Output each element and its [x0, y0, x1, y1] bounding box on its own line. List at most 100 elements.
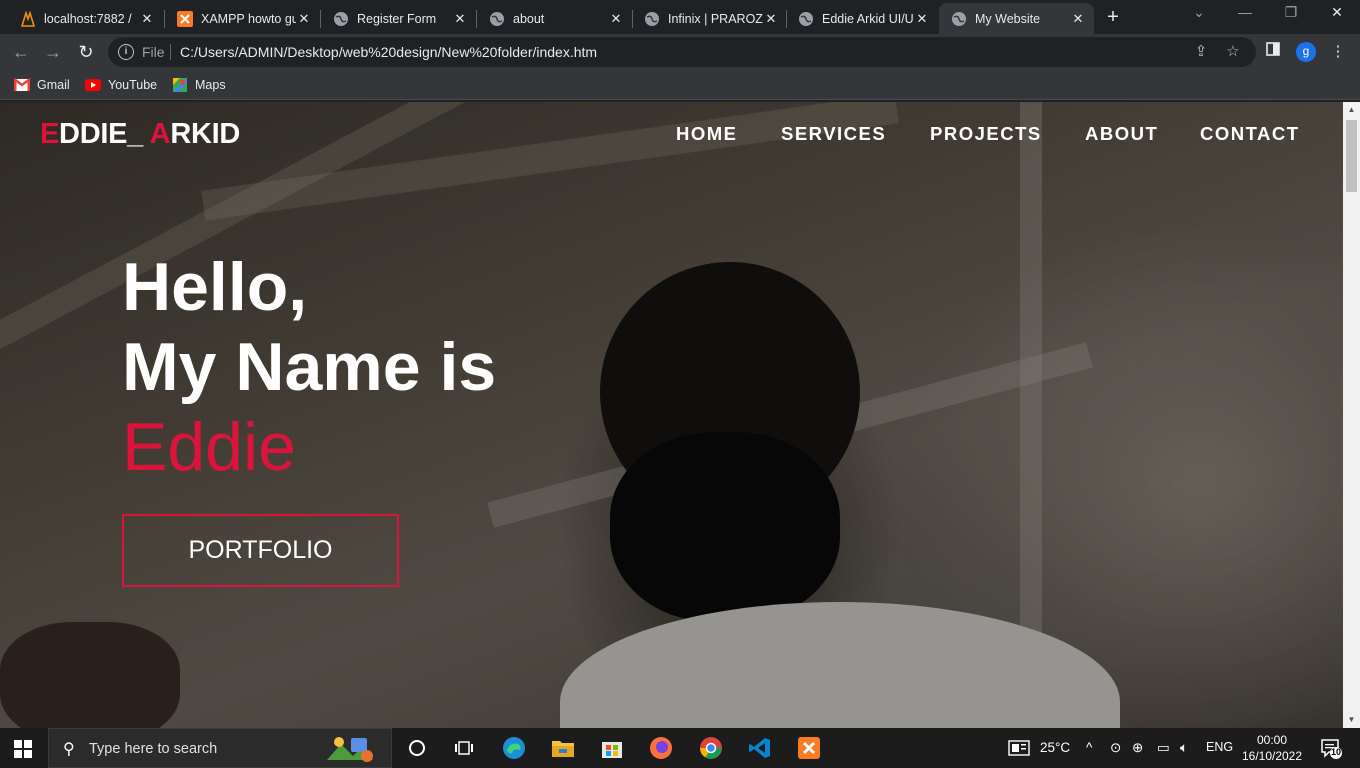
nav-about[interactable]: ABOUT: [1085, 123, 1158, 145]
tab-title: about: [513, 11, 545, 26]
hero-intro: My Name is: [122, 329, 497, 405]
clock-time: 00:00: [1256, 733, 1288, 747]
hero-name: Eddie: [122, 409, 296, 485]
search-highlight-icon: [327, 737, 373, 762]
nav-projects[interactable]: PROJECTS: [930, 123, 1042, 145]
globe-icon: [333, 11, 349, 27]
site-logo[interactable]: EDDIE_ ARKID: [40, 118, 240, 151]
url-text[interactable]: C:/Users/ADMIN/Desktop/web%20design/New%…: [180, 44, 597, 60]
portfolio-button[interactable]: PORTFOLIO: [122, 514, 399, 587]
search-icon: ⚲: [63, 741, 75, 758]
nav-home[interactable]: HOME: [676, 123, 738, 145]
tab-search-chevron-icon[interactable]: ⌄: [1176, 4, 1222, 26]
taskbar-search-box[interactable]: ⚲ Type here to search: [48, 728, 392, 768]
microsoft-store-icon[interactable]: [599, 735, 625, 761]
battery-icon[interactable]: ▭: [1157, 740, 1170, 756]
notification-center-icon[interactable]: 10: [1320, 737, 1342, 759]
xampp-phpmyadmin-icon: [20, 10, 36, 27]
bookmark-star-icon[interactable]: ☆: [1224, 43, 1242, 61]
system-clock[interactable]: 00:00 16/10/2022: [1240, 732, 1304, 764]
tab-title: Eddie Arkid UI/U: [822, 11, 914, 26]
nav-services[interactable]: SERVICES: [781, 123, 886, 145]
bookmark-label: Gmail: [37, 78, 70, 92]
bookmark-youtube[interactable]: YouTube: [85, 76, 157, 94]
info-icon[interactable]: i: [118, 44, 134, 60]
task-view-icon[interactable]: [451, 735, 477, 761]
share-icon[interactable]: ⇪: [1192, 43, 1210, 61]
logo-text-ddie: DDIE_: [59, 118, 150, 150]
bookmark-label: YouTube: [108, 78, 158, 92]
input-language[interactable]: ENG: [1206, 740, 1233, 754]
page-scrollbar[interactable]: ▲ ▼: [1343, 102, 1360, 728]
tab-title: Register Form: [357, 11, 437, 26]
globe-icon: [951, 11, 967, 27]
chrome-icon[interactable]: [698, 735, 724, 761]
hero-greeting: Hello,: [122, 249, 308, 325]
page-viewport: EDDIE_ ARKID HOME SERVICES PROJECTS ABOU…: [0, 102, 1343, 728]
tab-xampp-howto[interactable]: XAMPP howto gu ✕: [165, 3, 320, 34]
meet-now-icon[interactable]: ⊙: [1110, 740, 1121, 756]
close-icon[interactable]: ✕: [763, 11, 779, 27]
tab-my-website[interactable]: My Website ✕: [939, 3, 1094, 34]
firefox-icon[interactable]: [648, 735, 674, 761]
globe-icon: [798, 11, 814, 27]
back-arrow-icon[interactable]: ←: [10, 41, 32, 63]
restore-icon[interactable]: ❐: [1268, 4, 1314, 26]
windows-start-icon[interactable]: [14, 740, 32, 758]
close-icon[interactable]: ✕: [608, 11, 624, 27]
tab-eddie-arkid[interactable]: Eddie Arkid UI/U ✕: [786, 3, 938, 34]
window-close-icon[interactable]: ✕: [1314, 4, 1360, 26]
close-icon[interactable]: ✕: [139, 11, 155, 27]
clock-date: 16/10/2022: [1241, 749, 1303, 763]
nav-contact[interactable]: CONTACT: [1200, 123, 1300, 145]
minimize-icon[interactable]: —: [1222, 4, 1268, 26]
logo-text-rkid: RKID: [170, 118, 240, 150]
file-explorer-icon[interactable]: [550, 735, 576, 761]
tab-title: XAMPP howto gu: [201, 11, 296, 26]
close-icon[interactable]: ✕: [452, 11, 468, 27]
globe-icon: [489, 11, 505, 27]
side-panel-icon[interactable]: [1263, 42, 1283, 62]
browser-toolbar: ← → ↻ i File C:/Users/ADMIN/Desktop/web%…: [0, 34, 1360, 70]
address-divider: [170, 44, 171, 60]
weather-temperature[interactable]: 25°C: [1040, 740, 1070, 755]
youtube-icon: [85, 79, 101, 91]
reload-icon[interactable]: ↻: [75, 41, 97, 63]
maps-icon: [173, 78, 187, 92]
scroll-thumb[interactable]: [1346, 120, 1357, 192]
close-icon[interactable]: ✕: [914, 11, 930, 27]
tab-infinix[interactable]: Infinix | PRAROZ ✕: [632, 3, 787, 34]
tab-title: My Website: [975, 11, 1041, 26]
xampp-icon: [177, 10, 193, 27]
tab-strip: localhost:7882 / ✕ XAMPP howto gu ✕ Regi…: [0, 0, 1360, 34]
vscode-icon[interactable]: [747, 735, 773, 761]
scheme-label: File: [142, 44, 165, 60]
forward-arrow-icon[interactable]: →: [42, 41, 64, 63]
bookmarks-bar: Gmail YouTube Maps: [0, 70, 1360, 100]
tab-about[interactable]: about ✕: [477, 3, 632, 34]
show-hidden-icons-chevron-icon[interactable]: ^: [1086, 740, 1092, 755]
profile-avatar[interactable]: g: [1296, 42, 1316, 62]
tab-localhost[interactable]: localhost:7882 / ✕: [8, 3, 163, 34]
tab-register-form[interactable]: Register Form ✕: [321, 3, 476, 34]
edge-icon[interactable]: [501, 735, 527, 761]
address-bar[interactable]: i File C:/Users/ADMIN/Desktop/web%20desi…: [108, 37, 1256, 67]
xampp-taskbar-icon[interactable]: [796, 735, 822, 761]
scroll-down-arrow-icon[interactable]: ▼: [1343, 712, 1360, 728]
close-icon[interactable]: ✕: [1070, 11, 1086, 27]
logo-letter-e: E: [40, 118, 60, 150]
tab-title: localhost:7882 /: [44, 11, 132, 26]
bookmark-maps[interactable]: Maps: [172, 76, 226, 94]
tab-title: Infinix | PRAROZ: [668, 11, 763, 26]
scroll-up-arrow-icon[interactable]: ▲: [1343, 102, 1360, 118]
close-icon[interactable]: ✕: [296, 11, 312, 27]
new-tab-button[interactable]: +: [1102, 6, 1124, 28]
bookmark-gmail[interactable]: Gmail: [14, 76, 70, 94]
volume-icon[interactable]: 🔈︎: [1180, 740, 1188, 756]
news-weather-icon[interactable]: [1006, 735, 1032, 761]
network-globe-icon[interactable]: ⊕: [1132, 740, 1143, 756]
logo-letter-a: A: [149, 118, 171, 150]
menu-kebab-icon[interactable]: ⋮: [1328, 42, 1348, 62]
gmail-icon: [14, 78, 30, 91]
cortana-icon[interactable]: [404, 735, 430, 761]
